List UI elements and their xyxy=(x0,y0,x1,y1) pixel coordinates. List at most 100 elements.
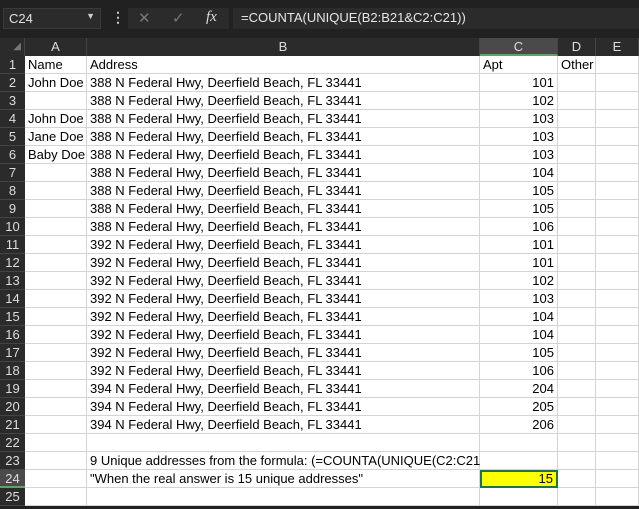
cell[interactable]: Other xyxy=(558,56,596,74)
cell[interactable]: 392 N Federal Hwy, Deerfield Beach, FL 3… xyxy=(87,362,480,380)
cell[interactable] xyxy=(25,200,87,218)
cell[interactable] xyxy=(596,362,639,380)
cell[interactable]: Apt xyxy=(480,56,558,74)
cell[interactable]: 388 N Federal Hwy, Deerfield Beach, FL 3… xyxy=(87,110,480,128)
cell[interactable] xyxy=(558,326,596,344)
cell[interactable]: Baby Doe xyxy=(25,146,87,164)
cell[interactable] xyxy=(558,92,596,110)
cell[interactable]: 388 N Federal Hwy, Deerfield Beach, FL 3… xyxy=(87,182,480,200)
cell[interactable] xyxy=(558,434,596,452)
cell[interactable] xyxy=(558,128,596,146)
cell[interactable] xyxy=(596,290,639,308)
cell[interactable] xyxy=(558,344,596,362)
cell[interactable]: 388 N Federal Hwy, Deerfield Beach, FL 3… xyxy=(87,128,480,146)
cell[interactable]: 103 xyxy=(480,110,558,128)
cell[interactable] xyxy=(558,254,596,272)
cell[interactable]: 102 xyxy=(480,92,558,110)
cell[interactable] xyxy=(558,362,596,380)
select-all-corner[interactable]: ◢ xyxy=(0,38,25,56)
enter-icon[interactable]: ✓ xyxy=(172,9,185,27)
cell[interactable]: 101 xyxy=(480,254,558,272)
cell[interactable]: 392 N Federal Hwy, Deerfield Beach, FL 3… xyxy=(87,236,480,254)
cell[interactable] xyxy=(596,254,639,272)
row-header-8[interactable]: 8 xyxy=(0,182,25,200)
cell[interactable]: 392 N Federal Hwy, Deerfield Beach, FL 3… xyxy=(87,308,480,326)
row-header-24[interactable]: 24 xyxy=(0,470,25,488)
cell[interactable]: 388 N Federal Hwy, Deerfield Beach, FL 3… xyxy=(87,92,480,110)
row-header-22[interactable]: 22 xyxy=(0,434,25,452)
cell[interactable] xyxy=(596,344,639,362)
cell[interactable]: 394 N Federal Hwy, Deerfield Beach, FL 3… xyxy=(87,416,480,434)
row-header-15[interactable]: 15 xyxy=(0,308,25,326)
cell[interactable]: 394 N Federal Hwy, Deerfield Beach, FL 3… xyxy=(87,380,480,398)
row-header-18[interactable]: 18 xyxy=(0,362,25,380)
cell[interactable] xyxy=(558,146,596,164)
cell[interactable]: 101 xyxy=(480,236,558,254)
cell[interactable] xyxy=(596,164,639,182)
cell[interactable] xyxy=(558,416,596,434)
row-header-13[interactable]: 13 xyxy=(0,272,25,290)
cell[interactable] xyxy=(596,434,639,452)
cell[interactable]: 205 xyxy=(480,398,558,416)
cell[interactable] xyxy=(558,74,596,92)
cell[interactable] xyxy=(596,56,639,74)
cell[interactable] xyxy=(596,128,639,146)
cell[interactable] xyxy=(558,200,596,218)
row-header-11[interactable]: 11 xyxy=(0,236,25,254)
cell[interactable]: 104 xyxy=(480,308,558,326)
cell[interactable]: Jane Doe xyxy=(25,128,87,146)
cell[interactable]: 388 N Federal Hwy, Deerfield Beach, FL 3… xyxy=(87,200,480,218)
column-header-C[interactable]: C xyxy=(480,38,558,56)
row-header-12[interactable]: 12 xyxy=(0,254,25,272)
cell[interactable] xyxy=(596,416,639,434)
cell[interactable]: Name xyxy=(25,56,87,74)
cell[interactable]: 103 xyxy=(480,290,558,308)
cell[interactable] xyxy=(25,218,87,236)
cell[interactable]: 392 N Federal Hwy, Deerfield Beach, FL 3… xyxy=(87,344,480,362)
cell[interactable]: 103 xyxy=(480,128,558,146)
cell[interactable] xyxy=(25,182,87,200)
cell[interactable] xyxy=(25,470,87,488)
row-header-25[interactable]: 25 xyxy=(0,488,25,506)
cell[interactable] xyxy=(25,236,87,254)
cell[interactable] xyxy=(25,452,87,470)
row-header-6[interactable]: 6 xyxy=(0,146,25,164)
cell[interactable] xyxy=(558,470,596,488)
cell[interactable] xyxy=(558,236,596,254)
cell[interactable] xyxy=(558,308,596,326)
cell[interactable] xyxy=(596,272,639,290)
row-header-20[interactable]: 20 xyxy=(0,398,25,416)
cell[interactable] xyxy=(596,218,639,236)
cell[interactable] xyxy=(558,452,596,470)
name-box[interactable]: C24 ▼ xyxy=(3,8,101,29)
cell[interactable]: John Doe xyxy=(25,110,87,128)
cell[interactable] xyxy=(480,488,558,506)
cell[interactable] xyxy=(558,164,596,182)
cell[interactable]: 106 xyxy=(480,362,558,380)
cell[interactable]: 392 N Federal Hwy, Deerfield Beach, FL 3… xyxy=(87,254,480,272)
row-header-7[interactable]: 7 xyxy=(0,164,25,182)
cell[interactable] xyxy=(25,254,87,272)
cell[interactable] xyxy=(25,308,87,326)
cell[interactable]: 392 N Federal Hwy, Deerfield Beach, FL 3… xyxy=(87,272,480,290)
cell[interactable] xyxy=(596,74,639,92)
row-header-3[interactable]: 3 xyxy=(0,92,25,110)
cell[interactable] xyxy=(558,110,596,128)
cell[interactable]: "When the real answer is 15 unique addre… xyxy=(87,470,480,488)
cell[interactable] xyxy=(25,326,87,344)
cell[interactable]: 105 xyxy=(480,182,558,200)
row-header-16[interactable]: 16 xyxy=(0,326,25,344)
cell[interactable] xyxy=(87,488,480,506)
cell[interactable]: 103 xyxy=(480,146,558,164)
cell[interactable]: 102 xyxy=(480,272,558,290)
cell[interactable]: 394 N Federal Hwy, Deerfield Beach, FL 3… xyxy=(87,398,480,416)
cell[interactable]: Address xyxy=(87,56,480,74)
column-header-B[interactable]: B xyxy=(87,38,480,56)
cell[interactable]: John Doe xyxy=(25,74,87,92)
cell[interactable]: 388 N Federal Hwy, Deerfield Beach, FL 3… xyxy=(87,146,480,164)
cell[interactable]: 392 N Federal Hwy, Deerfield Beach, FL 3… xyxy=(87,290,480,308)
cell[interactable]: 106 xyxy=(480,218,558,236)
cell[interactable] xyxy=(596,110,639,128)
cell[interactable] xyxy=(596,200,639,218)
cell[interactable] xyxy=(25,344,87,362)
